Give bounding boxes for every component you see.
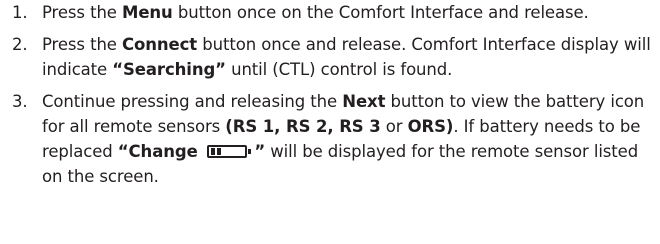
step-1: 1. Press the Menu button once on the Com… <box>0 0 660 25</box>
step-text-part: Press the <box>42 3 122 22</box>
connect-button-label: Connect <box>122 35 198 54</box>
change-battery-message: “Change ” <box>118 142 265 161</box>
step-text-part: Press the <box>42 35 122 54</box>
step-text-part: until (CTL) control is found. <box>225 60 453 79</box>
change-label: “Change <box>117 142 204 161</box>
step-text: Continue pressing and releasing the Next… <box>42 92 644 186</box>
instruction-steps: 1. Press the Menu button once on the Com… <box>0 0 660 189</box>
step-3: 3. Continue pressing and releasing the N… <box>0 89 660 189</box>
outdoor-sensor-name: ORS) <box>407 117 454 136</box>
battery-level-bar <box>217 148 222 155</box>
step-text-part: button once on the Comfort Interface and… <box>172 3 589 22</box>
step-text-part: or <box>380 117 408 136</box>
step-2: 2. Press the Connect button once and rel… <box>0 32 660 82</box>
step-text: Press the Menu button once on the Comfor… <box>42 3 589 22</box>
step-number: 3. <box>12 92 28 111</box>
searching-status-label: “Searching” <box>112 60 226 79</box>
menu-button-label: Menu <box>122 3 173 22</box>
step-number: 1. <box>12 3 28 22</box>
step-number: 2. <box>12 35 28 54</box>
next-button-label: Next <box>342 92 386 111</box>
battery-level-bar <box>211 148 216 155</box>
step-text: Press the Connect button once and releas… <box>42 35 651 79</box>
step-text-part: Continue pressing and releasing the <box>42 92 343 111</box>
remote-sensor-names: (RS 1, RS 2, RS 3 <box>225 117 381 136</box>
closing-quote: ” <box>254 142 266 161</box>
battery-icon <box>207 145 252 158</box>
